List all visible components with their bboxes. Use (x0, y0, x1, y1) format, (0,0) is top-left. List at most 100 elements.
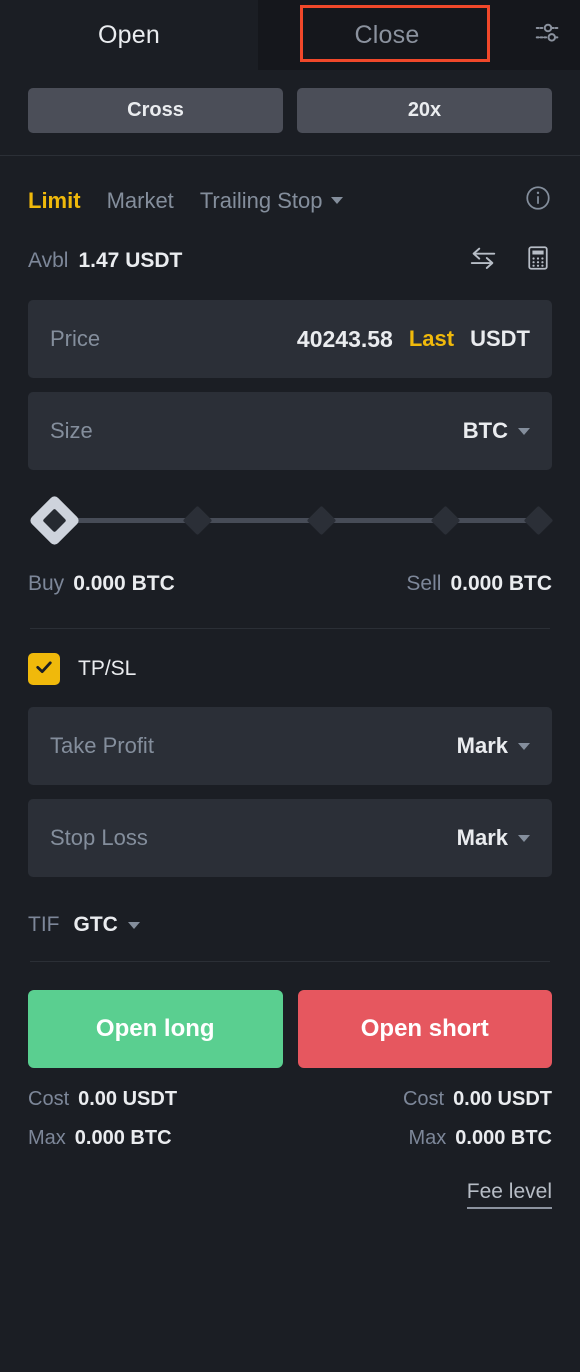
open-short-button[interactable]: Open short (297, 990, 552, 1068)
tif-label: TIF (28, 913, 60, 936)
take-profit-trigger-select[interactable]: Mark (457, 733, 530, 759)
order-type-market[interactable]: Market (107, 188, 174, 214)
tab-close[interactable]: Close (258, 0, 516, 70)
size-unit-select[interactable]: BTC (463, 418, 530, 444)
tif-select[interactable]: GTC (74, 913, 140, 937)
leverage-button[interactable]: 20x (297, 88, 552, 133)
price-input-value: 40243.58 (296, 325, 393, 352)
order-type-limit-label: Limit (28, 187, 81, 213)
balance-actions (468, 243, 552, 278)
size-unit-label: BTC (462, 418, 508, 443)
sell-quantity-label: Sell (406, 572, 442, 595)
slider-track[interactable] (56, 518, 538, 523)
buy-quantity-value: 0.000 BTC (73, 572, 175, 595)
slider-tick[interactable] (523, 505, 554, 536)
available-balance-value: 1.47 USDT (78, 248, 183, 272)
chevron-down-icon (330, 197, 343, 204)
short-max-row: Max 0.000 BTC (408, 1127, 552, 1150)
stop-loss-trigger-select[interactable]: Mark (457, 825, 530, 851)
checkmark-icon (34, 657, 54, 682)
slider-handle[interactable] (28, 494, 81, 547)
long-max-row: Max 0.000 BTC (28, 1127, 177, 1150)
stop-loss-trigger-label: Mark (456, 825, 508, 850)
chevron-down-icon (518, 427, 530, 435)
fee-level-row: Fee level (0, 1150, 580, 1209)
margin-mode-button[interactable]: Cross (28, 88, 283, 133)
leverage-label: 20x (407, 99, 442, 121)
long-cost-label: Cost (28, 1088, 70, 1110)
long-max-label: Max (28, 1127, 66, 1149)
sell-quantity-value: 0.000 BTC (450, 572, 552, 595)
sliders-settings-icon (533, 18, 563, 53)
size-input-placeholder: Size (50, 418, 93, 443)
tpsl-checkbox[interactable] (28, 653, 60, 685)
buy-quantity-label: Buy (28, 572, 65, 595)
open-long-button[interactable]: Open long (28, 990, 283, 1068)
chevron-down-icon (518, 742, 530, 750)
margin-leverage-row: Cross 20x (0, 70, 580, 155)
transfer-arrows-icon (468, 243, 498, 278)
settings-button[interactable] (516, 0, 580, 70)
price-unit-label: USDT (470, 326, 530, 351)
price-input-right: 40243.58 Last USDT (297, 326, 530, 353)
short-cost-label: Cost (402, 1088, 445, 1110)
tab-close-label: Close (354, 20, 420, 49)
order-summary: Cost 0.00 USDT Max 0.000 BTC Cost 0.00 U… (0, 1068, 580, 1150)
slider-tick[interactable] (182, 505, 213, 536)
short-max-label: Max (408, 1127, 447, 1149)
stop-loss-placeholder: Stop Loss (50, 825, 148, 850)
slider-tick[interactable] (306, 505, 337, 536)
tab-open-label: Open (98, 20, 160, 49)
buy-sell-quantity-row: Buy 0.000 BTC Sell 0.000 BTC (0, 548, 580, 596)
spacer-before-tpsl-divider (0, 596, 580, 628)
position-mode-tabs: Open Close (0, 0, 580, 70)
tab-open[interactable]: Open (0, 0, 258, 70)
tif-row: TIF GTC (0, 891, 580, 937)
available-balance-label: Avbl (28, 248, 69, 272)
futures-order-panel: Open Close Cross 20x Limit Market Traili… (0, 0, 580, 1372)
margin-mode-label: Cross (127, 99, 184, 121)
long-cost-value: 0.00 USDT (78, 1088, 178, 1110)
chevron-down-icon (518, 834, 530, 842)
tif-value-label: GTC (73, 913, 118, 936)
long-cost-row: Cost 0.00 USDT (28, 1088, 177, 1111)
slider-tick[interactable] (430, 505, 461, 536)
tpsl-toggle-row: TP/SL (0, 629, 580, 685)
sell-quantity: Sell 0.000 BTC (406, 572, 552, 596)
stop-loss-input[interactable]: Stop Loss Mark (28, 799, 552, 877)
transfer-button[interactable] (468, 243, 498, 278)
chevron-down-icon (127, 921, 140, 929)
take-profit-trigger-label: Mark (456, 733, 508, 758)
short-max-value: 0.000 BTC (455, 1127, 552, 1149)
price-input[interactable]: Price 40243.58 Last USDT (28, 300, 552, 378)
order-type-trailing-stop-label: Trailing Stop (199, 187, 323, 213)
take-profit-placeholder: Take Profit (50, 733, 154, 758)
fee-level-link[interactable]: Fee level (466, 1180, 552, 1209)
short-cost-value: 0.00 USDT (453, 1088, 552, 1110)
tab-close-wrapper: Close (258, 0, 516, 70)
info-circle-icon (524, 184, 552, 217)
available-balance-row: Avbl 1.47 USDT (0, 217, 580, 278)
order-type-market-label: Market (106, 187, 174, 213)
take-profit-input[interactable]: Take Profit Mark (28, 707, 552, 785)
size-input[interactable]: Size BTC (28, 392, 552, 470)
size-input-right: BTC (463, 418, 530, 444)
order-type-limit[interactable]: Limit (28, 188, 81, 214)
info-button[interactable] (524, 184, 552, 217)
order-inputs: Price 40243.58 Last USDT Size BTC (0, 278, 580, 470)
order-action-buttons: Open long Open short (0, 962, 580, 1068)
take-profit-right: Mark (457, 733, 530, 759)
tpsl-label: TP/SL (78, 657, 137, 680)
amount-slider[interactable] (28, 492, 554, 548)
stop-loss-right: Mark (457, 825, 530, 851)
price-input-placeholder: Price (50, 326, 101, 351)
calculator-button[interactable] (524, 244, 552, 277)
calculator-icon (524, 244, 552, 277)
spacer-before-actions-divider (0, 937, 580, 961)
order-type-trailing-stop[interactable]: Trailing Stop (200, 188, 343, 214)
price-mode-toggle[interactable]: Last (409, 326, 454, 352)
order-type-tabs: Limit Market Trailing Stop (0, 156, 580, 217)
long-summary: Cost 0.00 USDT Max 0.000 BTC (28, 1088, 177, 1150)
short-summary: Cost 0.00 USDT Max 0.000 BTC (403, 1088, 552, 1150)
short-cost-row: Cost 0.00 USDT (403, 1088, 552, 1111)
